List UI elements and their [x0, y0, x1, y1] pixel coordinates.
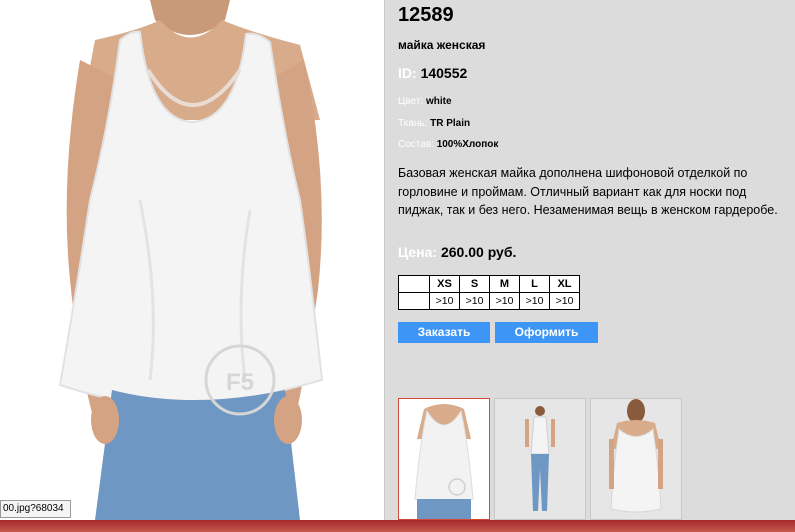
size-header-s: S [459, 275, 490, 293]
product-sku: 12589 [398, 4, 454, 26]
product-price: Цена: 260.00 руб. [398, 244, 516, 260]
size-header-l: L [519, 275, 550, 293]
order-button[interactable]: Заказать [398, 322, 490, 343]
composition-label: Состав: [398, 139, 434, 150]
color-label: Цвет: [398, 96, 424, 107]
price-label: Цена: [398, 244, 438, 260]
size-stock-m[interactable]: >10 [489, 292, 520, 310]
product-description: Базовая женская майка дополнена шифоново… [398, 166, 778, 217]
fabric-label: Ткань: [398, 118, 428, 129]
size-header-empty [398, 275, 430, 293]
thumbnail-full-body-front[interactable] [494, 398, 586, 520]
svg-text:F5: F5 [226, 369, 254, 396]
size-stock-xl[interactable]: >10 [549, 292, 580, 310]
product-id: ID: 140552 [398, 65, 467, 81]
size-header-row: XS S M L XL [398, 275, 580, 293]
main-product-photo[interactable]: F5 [0, 0, 384, 520]
size-stock-s[interactable]: >10 [459, 292, 490, 310]
checkout-button[interactable]: Оформить [495, 322, 598, 343]
price-value: 260.00 руб. [440, 244, 517, 260]
composition-value: 100%Хлопок [436, 139, 499, 150]
color-row: Цвет: white [398, 96, 452, 107]
fabric-value: TR Plain [430, 118, 471, 129]
fabric-row: Ткань: TR Plain [398, 118, 470, 129]
size-stock-xs[interactable]: >10 [429, 292, 460, 310]
size-header-xs: XS [429, 275, 460, 293]
status-bar-url: 00.jpg?68034 [0, 500, 71, 518]
size-header-xl: XL [549, 275, 580, 293]
size-header-m: M [489, 275, 520, 293]
size-stock-l[interactable]: >10 [519, 292, 550, 310]
thumbnail-back-view[interactable] [590, 398, 682, 520]
size-stock-empty [398, 292, 430, 310]
id-label: ID: [398, 65, 417, 81]
id-value: 140552 [420, 65, 468, 81]
composition-row: Состав: 100%Хлопок [398, 139, 498, 150]
thumbnail-front-closeup[interactable] [398, 398, 490, 520]
product-info-panel: 12589 майка женская ID: 140552 Цвет: whi… [385, 0, 795, 520]
color-value: white [425, 96, 452, 107]
size-table: XS S M L XL >10 >10 >10 >10 >10 [398, 275, 580, 310]
product-name: майка женская [398, 38, 486, 52]
taskbar [0, 520, 795, 532]
size-stock-row: >10 >10 >10 >10 >10 [398, 292, 580, 310]
